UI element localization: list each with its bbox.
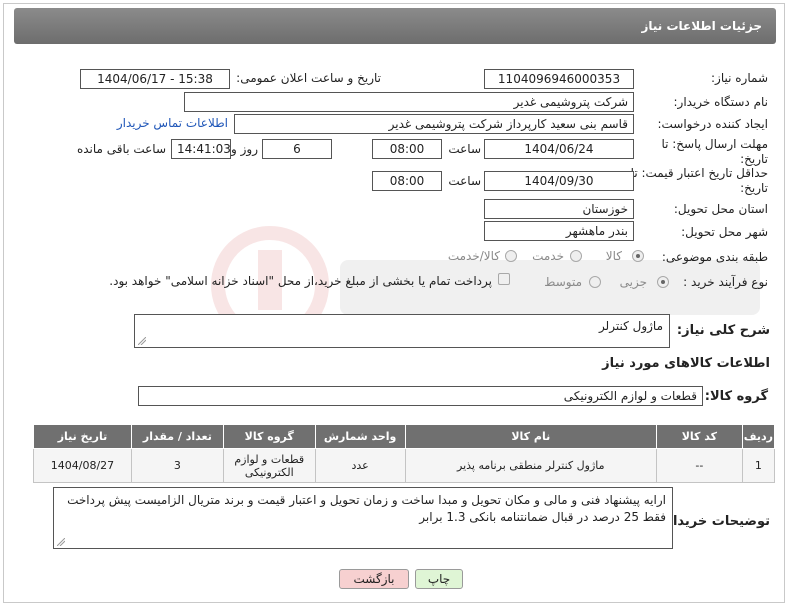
buyer-label: نام دستگاه خریدار: (673, 95, 769, 109)
buyer-notes-label: توضیحات خریدار: (660, 514, 770, 529)
process-option-medium: متوسط (544, 275, 582, 289)
cell-need-date: 1404/08/27 (33, 448, 132, 483)
process-option-minor: جزیی (619, 275, 647, 289)
days-remaining-field[interactable]: 6 (262, 139, 332, 159)
requester-field[interactable]: قاسم بنی سعید کارپرداز شرکت پتروشیمی غدی… (234, 114, 634, 134)
cell-unit: عدد (314, 448, 406, 483)
need-number-field[interactable]: 1104096946000353 (484, 69, 634, 89)
goods-table-header-row: ردیف کد کالا نام کالا واحد شمارش گروه کا… (33, 424, 776, 449)
process-radio-minor[interactable] (657, 276, 669, 288)
cell-item-name: ماژول کنترلر منطقی برنامه پذیر (404, 448, 657, 483)
goods-table: ردیف کد کالا نام کالا واحد شمارش گروه کا… (33, 424, 776, 483)
cell-row-number: 1 (741, 448, 776, 483)
col-quantity: تعداد / مقدار (130, 424, 224, 449)
col-item-code: کد کالا (655, 424, 743, 449)
deadline-date-field[interactable]: 1404/06/24 (484, 139, 634, 159)
resize-handle-icon[interactable] (138, 337, 146, 345)
goods-group-label: گروه کالا: (704, 389, 768, 404)
col-need-date: تاریخ نیاز (33, 424, 132, 449)
col-item-group: گروه کالا (222, 424, 316, 449)
table-row[interactable]: 1 -- ماژول کنترلر منطقی برنامه پذیر عدد … (33, 448, 776, 483)
category-label: طبقه بندی موضوعی: (661, 250, 768, 264)
deadline-time-label: ساعت (448, 142, 481, 156)
province-field[interactable]: خوزستان (484, 199, 634, 219)
cell-item-group: قطعات و لوازم الکترونیکی (222, 448, 316, 483)
description-textarea[interactable]: ماژول کنترلر (134, 314, 670, 348)
category-radio-goods[interactable] (632, 250, 644, 262)
remaining-time-label: ساعت باقی مانده (76, 142, 166, 156)
back-button[interactable]: بازگشت (339, 569, 409, 589)
announce-label: تاریخ و ساعت اعلان عمومی: (236, 71, 381, 85)
requester-label: ایجاد کننده درخواست: (657, 117, 768, 131)
buyer-notes-text: ارایه پیشنهاد فنی و مالی و مکان تحویل و … (67, 493, 666, 524)
category-radio-service[interactable] (570, 250, 582, 262)
deadline-time-field[interactable]: 08:00 (372, 139, 442, 159)
validity-time-label: ساعت (448, 174, 481, 188)
city-field[interactable]: بندر ماهشهر (484, 221, 634, 241)
buyer-field[interactable]: شرکت پتروشیمی غدیر (184, 92, 634, 112)
process-label: نوع فرآیند خرید : (683, 275, 768, 289)
validity-label: حداقل تاریخ اعتبار قیمت: تا تاریخ: (630, 166, 768, 195)
print-button[interactable]: چاپ (415, 569, 463, 589)
process-radio-medium[interactable] (589, 276, 601, 288)
description-text: ماژول کنترلر (598, 319, 663, 333)
city-label: شهر محل تحویل: (681, 225, 768, 239)
validity-time-field[interactable]: 08:00 (372, 171, 442, 191)
validity-date-field[interactable]: 1404/09/30 (484, 171, 634, 191)
days-label: روز و (231, 142, 258, 156)
deadline-label: مهلت ارسال پاسخ: تا تاریخ: (661, 137, 768, 166)
resize-handle-icon[interactable] (57, 538, 65, 546)
col-item-name: نام کالا (404, 424, 657, 449)
treasury-payment-note: پرداخت تمام یا بخشی از مبلغ خرید،از محل … (109, 274, 492, 288)
page-header: جزئیات اطلاعات نیاز (14, 8, 776, 44)
goods-section-title: اطلاعات کالاهای مورد نیاز (602, 356, 770, 371)
cell-item-code: -- (655, 448, 743, 483)
description-label: شرح کلی نیاز: (676, 323, 770, 338)
category-radio-goods-service[interactable] (505, 250, 517, 262)
cell-quantity: 3 (130, 448, 224, 483)
category-option-goods: کالا (605, 249, 622, 263)
col-unit: واحد شمارش (314, 424, 406, 449)
goods-group-field[interactable]: قطعات و لوازم الکترونیکی (138, 386, 703, 406)
col-row-number: ردیف (741, 424, 776, 449)
remaining-time-field[interactable]: 14:41:03 (171, 139, 231, 159)
province-label: استان محل تحویل: (673, 202, 768, 216)
buyer-contact-link[interactable]: اطلاعات تماس خریدار (117, 116, 228, 130)
category-option-service: خدمت (532, 249, 564, 263)
announce-datetime-field[interactable]: 1404/06/17 - 15:38 (80, 69, 230, 89)
category-option-goods-service: کالا/خدمت (447, 249, 500, 263)
buyer-notes-textarea[interactable]: ارایه پیشنهاد فنی و مالی و مکان تحویل و … (53, 487, 673, 549)
need-number-label: شماره نیاز: (711, 71, 768, 85)
page-title: جزئیات اطلاعات نیاز (641, 19, 762, 33)
treasury-payment-checkbox[interactable] (498, 273, 510, 285)
